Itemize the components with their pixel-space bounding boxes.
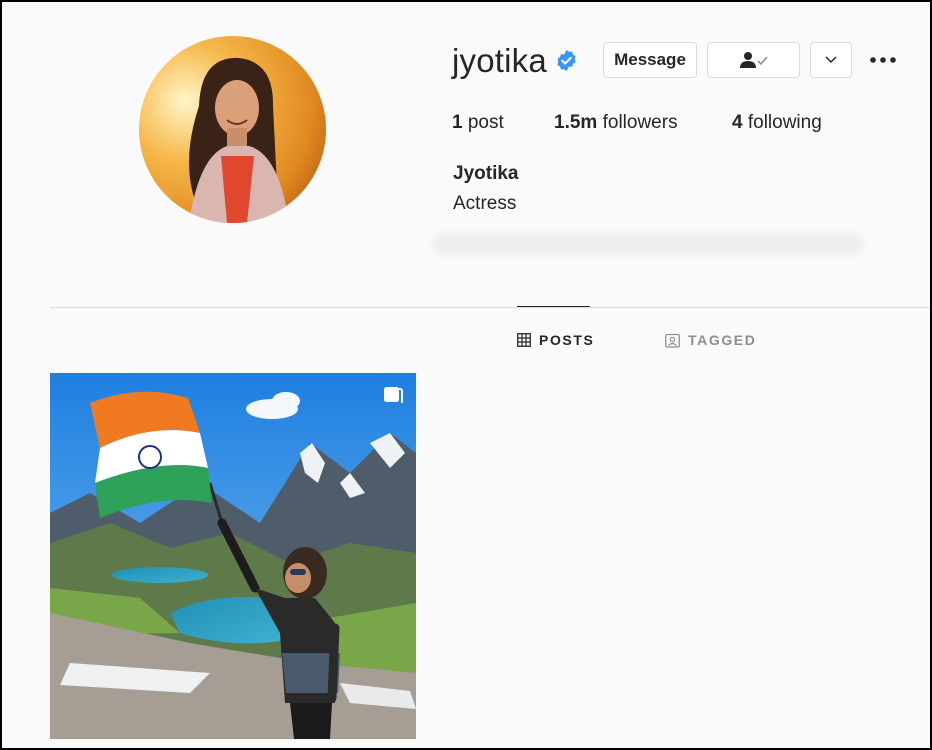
multiple-images-icon xyxy=(384,387,403,403)
posts-count-label: post xyxy=(467,112,504,133)
active-tab-indicator xyxy=(517,306,590,307)
following-button[interactable] xyxy=(707,42,800,78)
suggested-dropdown-button[interactable] xyxy=(810,42,852,78)
more-dots-icon[interactable] xyxy=(868,52,898,68)
posts-count: 1 post xyxy=(452,112,504,134)
profile-username: jyotika xyxy=(452,42,547,79)
tab-tagged[interactable]: TAGGED xyxy=(665,332,756,348)
profile-bio: Actress xyxy=(453,193,517,214)
grid-icon xyxy=(517,333,531,347)
followers-count-value: 1.5m xyxy=(554,112,598,133)
chevron-down-icon xyxy=(825,56,837,64)
message-button[interactable]: Message xyxy=(603,42,697,78)
profile-avatar[interactable] xyxy=(139,36,326,223)
tabs-divider xyxy=(50,307,932,308)
following-count-label: following xyxy=(747,112,822,133)
followers-count[interactable]: 1.5m followers xyxy=(554,112,678,134)
blurred-bio-line xyxy=(432,232,864,256)
tab-posts[interactable]: POSTS xyxy=(517,332,594,348)
following-count-value: 4 xyxy=(732,112,743,133)
post-thumbnail[interactable] xyxy=(50,373,416,739)
person-check-icon xyxy=(739,52,768,68)
profile-full-name: Jyotika xyxy=(453,163,519,184)
tab-posts-label: POSTS xyxy=(539,332,595,348)
following-count[interactable]: 4 following xyxy=(732,112,822,134)
verified-badge-icon xyxy=(557,49,576,72)
tag-icon xyxy=(665,333,680,348)
posts-count-value: 1 xyxy=(452,112,463,133)
tab-tagged-label: TAGGED xyxy=(688,332,757,348)
followers-count-label: followers xyxy=(602,112,678,133)
